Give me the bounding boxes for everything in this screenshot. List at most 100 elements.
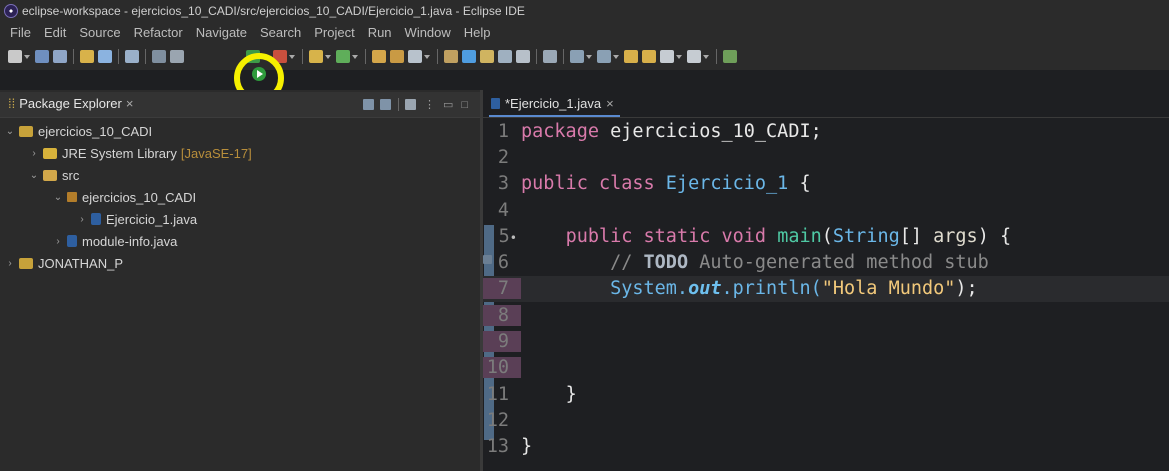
- new-dropdown-icon[interactable]: [325, 54, 331, 59]
- forward-icon[interactable]: [687, 50, 701, 63]
- tree-item-module-info[interactable]: › module-info.java: [0, 230, 480, 252]
- package-icon: [67, 192, 77, 202]
- tree-item-project[interactable]: › JONATHAN_P: [0, 252, 480, 274]
- minimize-icon[interactable]: ▭: [443, 98, 453, 111]
- line-number: 1: [497, 120, 509, 142]
- search-dropdown-icon[interactable]: [424, 54, 430, 59]
- code-area[interactable]: 1 package ejercicios_10_CADI; 2 3 public c…: [483, 118, 1169, 460]
- paragraph-icon[interactable]: [543, 50, 557, 63]
- new-java-project-icon[interactable]: [309, 50, 323, 63]
- code-token: out: [688, 278, 722, 300]
- last-edit-location-icon[interactable]: [624, 50, 638, 63]
- open-type-icon[interactable]: [372, 50, 386, 63]
- tree-item-label: Ejercicio_1.java: [106, 211, 198, 227]
- code-token: ejercicios_10_CADI;: [598, 120, 822, 142]
- skip-breakpoints-icon[interactable]: [152, 50, 166, 63]
- occurrences-icon[interactable]: [444, 50, 458, 63]
- code-line: 9: [483, 328, 1169, 354]
- annotation-icon[interactable]: [480, 50, 494, 63]
- menu-file[interactable]: File: [10, 25, 31, 40]
- editor-tab-label: *Ejercicio_1.java: [505, 96, 602, 111]
- forward-dropdown-icon[interactable]: [703, 54, 709, 59]
- editor-tab-ejercicio-1[interactable]: *Ejercicio_1.java ×: [489, 92, 620, 117]
- code-line: 6 // TODO Auto-generated method stub: [483, 249, 1169, 275]
- toolbar-separator: [302, 49, 303, 64]
- line-number: 2: [497, 146, 509, 168]
- tree-item-ejercicio-1[interactable]: › Ejercicio_1.java: [0, 208, 480, 230]
- tree-item-label: ejercicios_10_CADI: [38, 123, 153, 139]
- search-icon[interactable]: [408, 50, 422, 63]
- tree-item-label: src: [62, 167, 80, 183]
- code-token: String: [832, 225, 900, 247]
- tree-item-package[interactable]: ⌄ ejercicios_10_CADI: [0, 186, 480, 208]
- chevron-right-icon[interactable]: ›: [52, 236, 64, 247]
- fold-marker-icon[interactable]: •: [510, 231, 521, 245]
- code-token: TODO: [643, 252, 689, 274]
- save-icon[interactable]: [35, 50, 49, 63]
- next-edit-icon[interactable]: [98, 50, 112, 63]
- toolbar-separator: [365, 49, 366, 64]
- menu-search[interactable]: Search: [260, 25, 301, 40]
- chevron-down-icon[interactable]: ⌄: [28, 170, 40, 181]
- tree-item-label: JRE System Library: [62, 145, 177, 161]
- toggle-mark-icon[interactable]: [516, 50, 530, 63]
- maximize-icon[interactable]: □: [461, 99, 468, 111]
- menu-help[interactable]: Help: [464, 25, 491, 40]
- menu-refactor[interactable]: Refactor: [134, 25, 183, 40]
- chevron-right-icon[interactable]: ›: [76, 214, 88, 225]
- menu-edit[interactable]: Edit: [44, 25, 66, 40]
- toolbar-separator: [73, 49, 74, 64]
- debug-misc-icon[interactable]: [170, 50, 184, 63]
- menu-window[interactable]: Window: [405, 25, 451, 40]
- java-file-icon: [67, 235, 77, 247]
- menu-source[interactable]: Source: [79, 25, 120, 40]
- close-icon[interactable]: ×: [606, 96, 614, 111]
- close-icon[interactable]: ×: [126, 96, 134, 111]
- forward-history-icon[interactable]: [642, 50, 656, 63]
- line-number: 5•: [483, 226, 521, 247]
- code-line-current: 7 System. out .println("Hola Mundo");: [483, 275, 1169, 303]
- chevron-right-icon[interactable]: ›: [4, 258, 16, 269]
- next-annotation-icon[interactable]: [570, 50, 584, 63]
- editor-tabbar: *Ejercicio_1.java ×: [483, 92, 1169, 118]
- menu-run[interactable]: Run: [368, 25, 392, 40]
- task-marker-icon[interactable]: [483, 255, 492, 265]
- show-whitespace-icon[interactable]: [498, 50, 512, 63]
- tree-item-src[interactable]: ⌄ src: [0, 164, 480, 186]
- window-title: eclipse-workspace - ejercicios_10_CADI/s…: [22, 4, 525, 18]
- pin-editor-icon[interactable]: [723, 50, 737, 63]
- new-class-dropdown-icon[interactable]: [352, 54, 358, 59]
- chevron-right-icon[interactable]: ›: [28, 148, 40, 159]
- tree-item-jre[interactable]: › JRE System Library [JavaSE-17]: [0, 142, 480, 164]
- chevron-down-icon[interactable]: ⌄: [4, 126, 16, 137]
- chevron-down-icon[interactable]: ⌄: [52, 192, 64, 203]
- collapse-all-icon[interactable]: [362, 99, 374, 110]
- toolbar-separator: [118, 49, 119, 64]
- view-menu-icon[interactable]: ⋮: [424, 98, 435, 111]
- previous-edit-icon[interactable]: [80, 50, 94, 63]
- next-annotation-dropdown-icon[interactable]: [586, 54, 592, 59]
- code-token: public static void: [565, 225, 767, 247]
- new-icon[interactable]: [8, 50, 22, 63]
- menu-navigate[interactable]: Navigate: [196, 25, 247, 40]
- new-class-icon[interactable]: [336, 50, 350, 63]
- previous-annotation-dropdown-icon[interactable]: [613, 54, 619, 59]
- open-task-icon[interactable]: [390, 50, 404, 63]
- tree-item-label: module-info.java: [82, 233, 178, 249]
- link-with-editor-icon[interactable]: [379, 99, 391, 110]
- filter-icon[interactable]: [404, 99, 416, 110]
- tree-item-project[interactable]: ⌄ ejercicios_10_CADI: [0, 120, 480, 142]
- save-all-icon[interactable]: [53, 50, 67, 63]
- menu-project[interactable]: Project: [314, 25, 354, 40]
- back-icon[interactable]: [660, 50, 674, 63]
- project-folder-icon: [19, 125, 33, 137]
- previous-annotation-icon[interactable]: [597, 50, 611, 63]
- terminal-icon[interactable]: [125, 50, 139, 63]
- back-dropdown-icon[interactable]: [676, 54, 682, 59]
- line-number: 12: [486, 409, 509, 431]
- jre-version-label: [JavaSE-17]: [180, 145, 252, 161]
- block-selection-icon[interactable]: [462, 50, 476, 63]
- package-explorer-tab[interactable]: ⁞⁞ Package Explorer ×: [8, 96, 133, 111]
- new-dropdown-icon[interactable]: [24, 54, 30, 59]
- coverage-dropdown-icon[interactable]: [289, 54, 295, 59]
